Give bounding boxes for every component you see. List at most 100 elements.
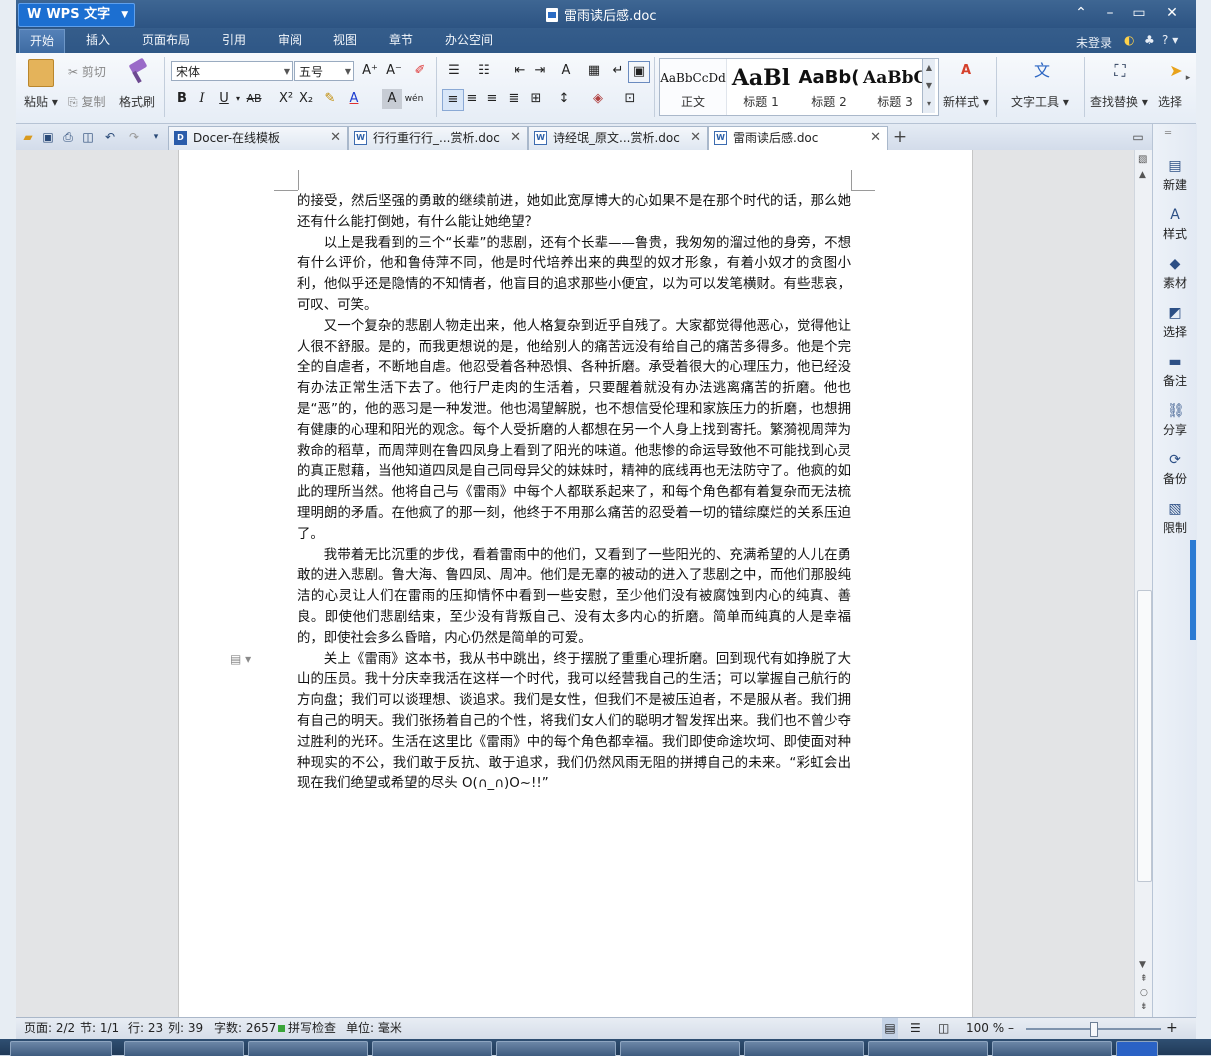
document-body[interactable]: 的接受，然后坚强的勇敢的继续前进，她如此宽厚博大的心如果不是在那个时代的话，那么… xyxy=(297,192,851,795)
help-button[interactable]: ? ▾ xyxy=(1162,33,1178,47)
paragraph[interactable]: 我带着无比沉重的步伐，看着雷雨中的他们，又看到了一些阳光的、充满希望的人儿在勇敢… xyxy=(297,546,851,650)
taskbar-item[interactable] xyxy=(992,1041,1112,1056)
open-folder-icon[interactable]: ▰ xyxy=(20,129,36,145)
next-page-icon[interactable]: ⇟ xyxy=(1140,1002,1148,1012)
font-name-select[interactable]: 宋体 ▼ xyxy=(171,61,293,81)
print-preview-icon[interactable]: ◫ xyxy=(80,129,96,145)
quick-access-dropdown-icon[interactable]: ▾ xyxy=(148,129,164,145)
save-icon[interactable]: ▣ xyxy=(40,129,56,145)
borders-icon[interactable]: ⊡ xyxy=(620,89,640,109)
taskpane-share[interactable]: ⛓ 分享 xyxy=(1153,403,1197,438)
justify-icon[interactable]: ≣ xyxy=(504,89,524,109)
close-button[interactable]: ✕ xyxy=(1161,4,1183,22)
zoom-level[interactable]: 100 % xyxy=(966,1018,1004,1039)
shirt-icon[interactable]: ♣ xyxy=(1144,33,1155,47)
scroll-thumb[interactable] xyxy=(1137,590,1152,882)
paragraph[interactable]: 的接受，然后坚强的勇敢的继续前进，她如此宽厚博大的心如果不是在那个时代的话，那么… xyxy=(297,192,851,234)
new-style-button[interactable]: 新样式 ▾ xyxy=(943,93,989,110)
status-word-count[interactable]: 字数: 2657 xyxy=(214,1018,276,1039)
line-spacing-icon[interactable]: ↕ xyxy=(554,89,574,109)
close-tab-icon[interactable]: ✕ xyxy=(510,127,521,149)
table-icon[interactable]: ▦ xyxy=(584,61,604,81)
redo-icon[interactable]: ↷ xyxy=(126,129,142,145)
scroll-down-icon[interactable]: ▼ xyxy=(1139,960,1146,970)
undo-icon[interactable]: ↶ xyxy=(102,129,118,145)
taskbar-item[interactable] xyxy=(1116,1041,1158,1056)
style-normal[interactable]: AaBbCcDd 正文 xyxy=(660,59,727,115)
minimize-button[interactable]: – xyxy=(1099,4,1121,22)
spell-check-toggle[interactable]: 拼写检查 xyxy=(278,1018,336,1039)
skin-icon[interactable]: ◐ xyxy=(1124,33,1134,47)
tab-references[interactable]: 引用 xyxy=(222,28,246,53)
phonetic-guide-icon[interactable]: wén xyxy=(404,89,424,109)
tab-insert[interactable]: 插入 xyxy=(86,28,110,53)
print-icon[interactable]: ⎙ xyxy=(60,129,76,145)
taskbar-item[interactable] xyxy=(620,1041,740,1056)
text-tools-button[interactable]: 文字工具 ▾ xyxy=(1011,93,1069,110)
binoculars-icon[interactable]: ⛶ xyxy=(1107,61,1133,81)
paragraph[interactable]: 又一个复杂的悲剧人物走出来，他人格复杂到近乎自残了。大家都觉得他恶心，觉得他让人… xyxy=(297,317,851,546)
tab-review[interactable]: 审阅 xyxy=(278,28,302,53)
chinese-layout-icon[interactable]: A xyxy=(556,61,576,81)
align-left-icon[interactable]: ≡ xyxy=(442,89,464,111)
taskbar-item[interactable] xyxy=(868,1041,988,1056)
bullet-list-icon[interactable]: ☰ xyxy=(444,61,464,81)
highlight-icon[interactable]: ✎ xyxy=(320,89,340,109)
paragraph-handle-icon[interactable]: ▤ ▾ xyxy=(230,652,251,666)
taskpane-backup[interactable]: ⟳ 备份 xyxy=(1153,452,1197,487)
strikethrough-icon[interactable]: AB xyxy=(244,89,264,109)
taskbar-item[interactable] xyxy=(744,1041,864,1056)
scroll-up-icon[interactable]: ▲ xyxy=(1139,170,1146,180)
taskbar-item[interactable] xyxy=(248,1041,368,1056)
numbered-list-icon[interactable]: ☷ xyxy=(474,61,494,81)
taskpane-materials[interactable]: ◆ 素材 xyxy=(1153,256,1197,291)
browse-object-icon[interactable]: ○ xyxy=(1140,988,1148,998)
taskpane-select[interactable]: ◩ 选择 xyxy=(1153,305,1197,340)
distributed-icon[interactable]: ⊞ xyxy=(526,89,546,109)
close-tab-icon[interactable]: ✕ xyxy=(690,127,701,149)
close-tab-icon[interactable]: ✕ xyxy=(870,127,881,149)
new-tab-icon[interactable]: + xyxy=(892,129,908,146)
new-style-icon[interactable]: A xyxy=(953,61,979,81)
format-painter-button[interactable]: 格式刷 xyxy=(119,93,155,110)
style-heading-1[interactable]: AaBl 标题 1 xyxy=(728,59,794,115)
tab-document-active[interactable]: W 雷雨读后感.doc ✕ xyxy=(708,126,888,150)
style-heading-2[interactable]: AaBb( 标题 2 xyxy=(796,59,862,115)
style-heading-3[interactable]: AaBbC 标题 3 xyxy=(862,59,928,115)
previous-page-icon[interactable]: ⇞ xyxy=(1140,974,1148,984)
zoom-in-button[interactable]: + xyxy=(1166,1018,1178,1039)
clear-format-icon[interactable]: ✐ xyxy=(410,61,430,81)
taskbar-item[interactable] xyxy=(496,1041,616,1056)
format-painter-icon[interactable] xyxy=(126,57,150,85)
taskbar-item[interactable] xyxy=(372,1041,492,1056)
tab-view[interactable]: 视图 xyxy=(333,28,357,53)
subscript-icon[interactable]: X₂ xyxy=(296,89,316,109)
shading-icon[interactable]: ◈ xyxy=(588,89,608,109)
increase-indent-icon[interactable]: ⇥ xyxy=(530,61,550,81)
taskbar-item[interactable] xyxy=(124,1041,244,1056)
page-view-icon[interactable]: ▤ xyxy=(882,1018,898,1039)
copy-button[interactable]: ⎘ 复制 xyxy=(68,93,105,110)
status-unit[interactable]: 单位: 毫米 xyxy=(346,1018,402,1039)
taskpane-comments[interactable]: ▬ 备注 xyxy=(1153,354,1197,389)
split-view-icon[interactable]: ▧ xyxy=(1138,154,1147,165)
app-menu-button[interactable]: W WPS 文字 ▼ xyxy=(18,3,136,27)
align-right-icon[interactable]: ≡ xyxy=(482,89,502,109)
taskpane-restrict[interactable]: ▧ 限制 xyxy=(1153,501,1197,536)
select-button[interactable]: 选择 xyxy=(1158,93,1182,110)
align-center-icon[interactable]: ≡ xyxy=(462,89,482,109)
tab-chapter[interactable]: 章节 xyxy=(389,28,413,53)
tab-home[interactable]: 开始 xyxy=(19,29,66,54)
grow-font-icon[interactable]: A⁺ xyxy=(360,61,380,81)
zoom-out-button[interactable]: – xyxy=(1008,1018,1014,1039)
font-size-select[interactable]: 五号 ▼ xyxy=(294,61,354,81)
zoom-slider-knob[interactable] xyxy=(1089,1022,1098,1037)
find-replace-button[interactable]: 查找替换 ▾ xyxy=(1090,93,1148,110)
ribbon-collapse-button[interactable]: ⌃ xyxy=(1070,4,1092,22)
text-box-icon[interactable]: ▣ xyxy=(628,61,650,83)
paste-button[interactable]: 粘贴 ▾ xyxy=(24,93,58,110)
outline-view-icon[interactable]: ☰ xyxy=(910,1018,921,1039)
maximize-button[interactable]: ▭ xyxy=(1128,4,1150,22)
taskpane-new[interactable]: ▤ 新建 xyxy=(1153,158,1197,193)
style-gallery-scroll[interactable]: ▲ ▼ ▾ xyxy=(922,59,935,113)
